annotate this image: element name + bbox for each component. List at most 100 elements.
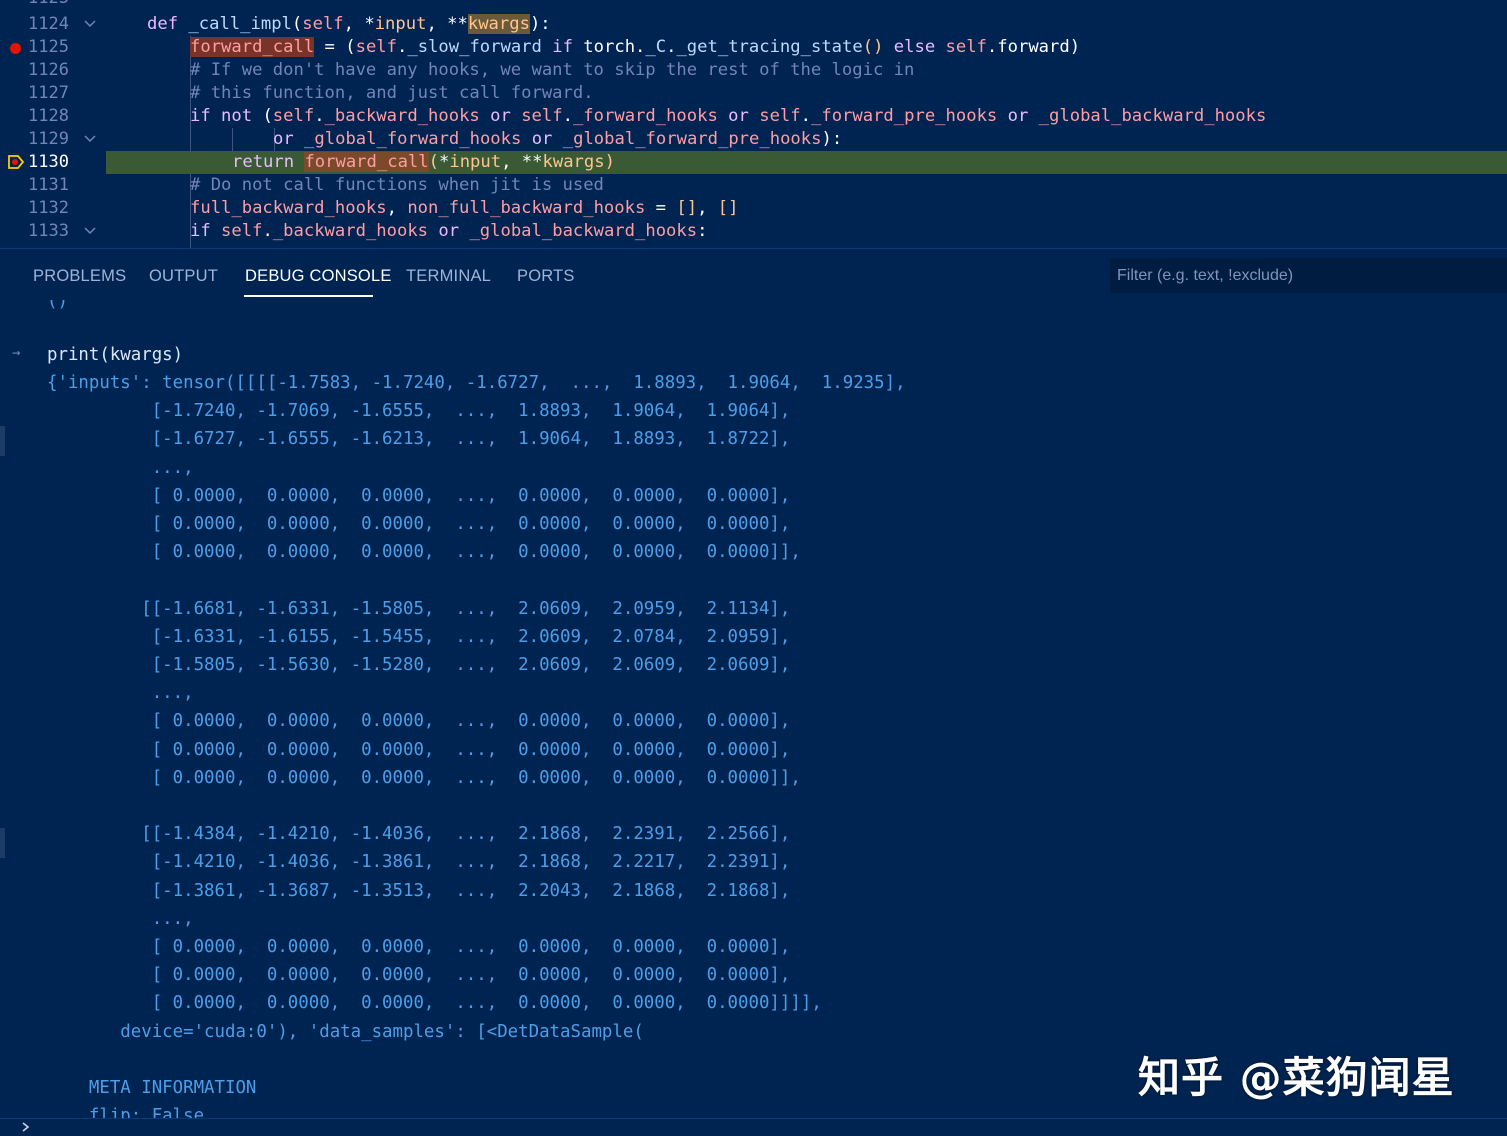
tab-problems[interactable]: PROBLEMS — [33, 267, 126, 286]
console-output-line: ..., — [47, 908, 194, 929]
console-output-line: flip: False — [47, 1106, 205, 1118]
active-tab-indicator — [244, 295, 373, 297]
code-token: ): — [529, 14, 551, 34]
code-token: _global_forward_hooks — [304, 129, 522, 149]
code-line-1131[interactable]: # Do not call functions when jit is used — [106, 174, 1507, 197]
tab-ports[interactable]: PORTS — [517, 267, 575, 286]
line-number-1131[interactable]: 1131 — [0, 174, 106, 197]
code-line-1125[interactable]: forward_call = (self._slow_forward if to… — [106, 36, 1507, 59]
line-number-label: 1127 — [28, 83, 69, 103]
code-editor[interactable]: 1123 1124 1125 1126 1127 1128 1129 1130 1131 1132… — [0, 0, 1507, 248]
code-token: _C — [645, 37, 667, 57]
code-token: _get_tracing_state — [676, 37, 863, 57]
code-token: _backward_hooks — [324, 106, 480, 126]
line-number-1126[interactable]: 1126 — [0, 59, 106, 82]
tab-output[interactable]: OUTPUT — [149, 267, 218, 286]
code-token: [] — [676, 198, 698, 218]
console-output-line: [ 0.0000, 0.0000, 0.0000, ..., 0.0000, 0… — [47, 542, 801, 563]
line-number-label: 1130 — [28, 152, 69, 172]
console-output-line: {'inputs': tensor([[[[-1.7583, -1.7240, … — [47, 373, 906, 393]
code-token: . — [262, 221, 273, 241]
code-line-1133[interactable]: if self._backward_hooks or _global_backw… — [106, 220, 1507, 243]
code-token: # Do not call functions when jit is used — [190, 175, 604, 195]
previous-output-tail: () — [47, 300, 68, 311]
line-number-1130[interactable]: 1130 — [0, 151, 106, 174]
line-number-label: 1124 — [28, 14, 69, 34]
console-output-line: [ 0.0000, 0.0000, 0.0000, ..., 0.0000, 0… — [47, 767, 801, 788]
line-number-label: 1133 — [28, 221, 69, 241]
console-output-line: [-1.6727, -1.6555, -1.6213, ..., 1.9064,… — [47, 429, 791, 450]
code-token: # If we don't have any hooks, we want to… — [190, 60, 915, 80]
console-output-line: [[-1.6681, -1.6331, -1.5805, ..., 2.0609… — [47, 598, 791, 619]
line-number-label: 1128 — [28, 106, 69, 126]
code-line-text: if not (self._backward_hooks or self._fo… — [190, 106, 1266, 126]
code-line-text: if self._backward_hooks or _global_backw… — [190, 221, 707, 241]
code-line-text: forward_call = (self._slow_forward if to… — [190, 37, 1080, 57]
console-output-line: [ 0.0000, 0.0000, 0.0000, ..., 0.0000, 0… — [47, 993, 822, 1014]
code-token: self — [945, 37, 987, 57]
code-token: . — [562, 106, 573, 126]
console-output-line: [-1.4210, -1.4036, -1.3861, ..., 2.1868,… — [47, 852, 791, 873]
code-token: , — [386, 198, 408, 218]
code-token: self — [272, 106, 315, 126]
code-line-1123[interactable] — [106, 0, 1507, 10]
code-line-1129[interactable]: or _global_forward_hooks or _global_forw… — [106, 128, 1507, 151]
code-token: ( — [262, 106, 273, 126]
line-number-1129[interactable]: 1129 — [0, 128, 106, 151]
breakpoint-icon[interactable] — [10, 43, 21, 54]
chevron-down-icon[interactable] — [82, 131, 98, 151]
console-output-line: [-1.7240, -1.7069, -1.6555, ..., 1.8893,… — [47, 401, 791, 422]
line-number-label: 1132 — [28, 198, 69, 218]
code-line-1124[interactable]: def _call_impl(self, *input, **kwargs): — [106, 13, 1507, 36]
console-output-line: ..., — [47, 457, 194, 478]
code-line-text: # Do not call functions when jit is used — [190, 175, 604, 195]
console-output-line: [ 0.0000, 0.0000, 0.0000, ..., 0.0000, 0… — [47, 485, 791, 506]
editor-gutter[interactable]: 1123 1124 1125 1126 1127 1128 1129 1130 1131 1132… — [0, 0, 106, 248]
console-output-line: [-1.6331, -1.6155, -1.5455, ..., 2.0609,… — [47, 626, 791, 647]
code-token: .forward) — [986, 37, 1081, 57]
code-token: . — [800, 106, 811, 126]
line-number-1132[interactable]: 1132 — [0, 197, 106, 220]
line-number-1124[interactable]: 1124 — [0, 13, 106, 36]
code-line-1126[interactable]: # If we don't have any hooks, we want to… — [106, 59, 1507, 82]
line-number-1128[interactable]: 1128 — [0, 105, 106, 128]
tab-debug-console[interactable]: DEBUG CONSOLE — [245, 267, 392, 286]
code-token: ): — [821, 129, 843, 149]
code-token: _backward_hooks — [272, 221, 429, 241]
code-token: self — [759, 106, 801, 126]
code-token: = ( — [314, 37, 356, 57]
code-token: = — [645, 198, 677, 218]
code-token: _forward_hooks — [572, 106, 718, 126]
console-output-line: [-1.5805, -1.5630, -1.5280, ..., 2.0609,… — [47, 655, 791, 675]
code-token: full_backward_hooks — [190, 198, 387, 218]
code-token: . — [666, 37, 677, 57]
chevron-down-icon[interactable] — [82, 223, 98, 243]
code-line-1132[interactable]: full_backward_hooks, non_full_backward_h… — [106, 197, 1507, 220]
code-line-text: or _global_forward_hooks or _global_forw… — [273, 129, 842, 149]
chevron-down-icon[interactable] — [82, 16, 98, 36]
code-token: if not — [190, 106, 263, 126]
debug-current-line-icon — [7, 153, 25, 175]
code-line-1127[interactable]: # this function, and just call forward. — [106, 82, 1507, 105]
code-line-1130[interactable]: return forward_call(*input, **kwargs) — [106, 151, 1507, 174]
code-token: input — [449, 152, 502, 172]
code-token: _global_backward_hooks — [469, 221, 698, 241]
console-command-echo: print(kwargs) — [47, 345, 184, 365]
code-token: or — [717, 106, 760, 126]
debug-console-output[interactable]: () → print(kwargs) {'inputs': tensor([[[… — [0, 300, 1507, 1118]
line-number-1127[interactable]: 1127 — [0, 82, 106, 105]
line-number-label: 1125 — [28, 37, 69, 57]
line-number-label: 1123 — [28, 0, 69, 8]
code-token: [] — [717, 198, 739, 218]
console-filter-input[interactable] — [1110, 258, 1507, 293]
line-number-1133[interactable]: 1133 — [0, 220, 106, 243]
tab-terminal[interactable]: TERMINAL — [406, 267, 491, 286]
line-number-1125[interactable]: 1125 — [0, 36, 106, 59]
watermark-text: 知乎 @菜狗闻星 — [1138, 1053, 1455, 1102]
code-area[interactable]: def _call_impl(self, *input, **kwargs): f… — [106, 0, 1507, 248]
line-number-1123[interactable]: 1123 — [0, 0, 106, 10]
code-line-1128[interactable]: if not (self._backward_hooks or self._fo… — [106, 105, 1507, 128]
debug-console-input[interactable] — [0, 1118, 1507, 1136]
code-token: if — [541, 37, 584, 57]
code-line-text: return forward_call(*input, **kwargs) — [232, 152, 615, 172]
